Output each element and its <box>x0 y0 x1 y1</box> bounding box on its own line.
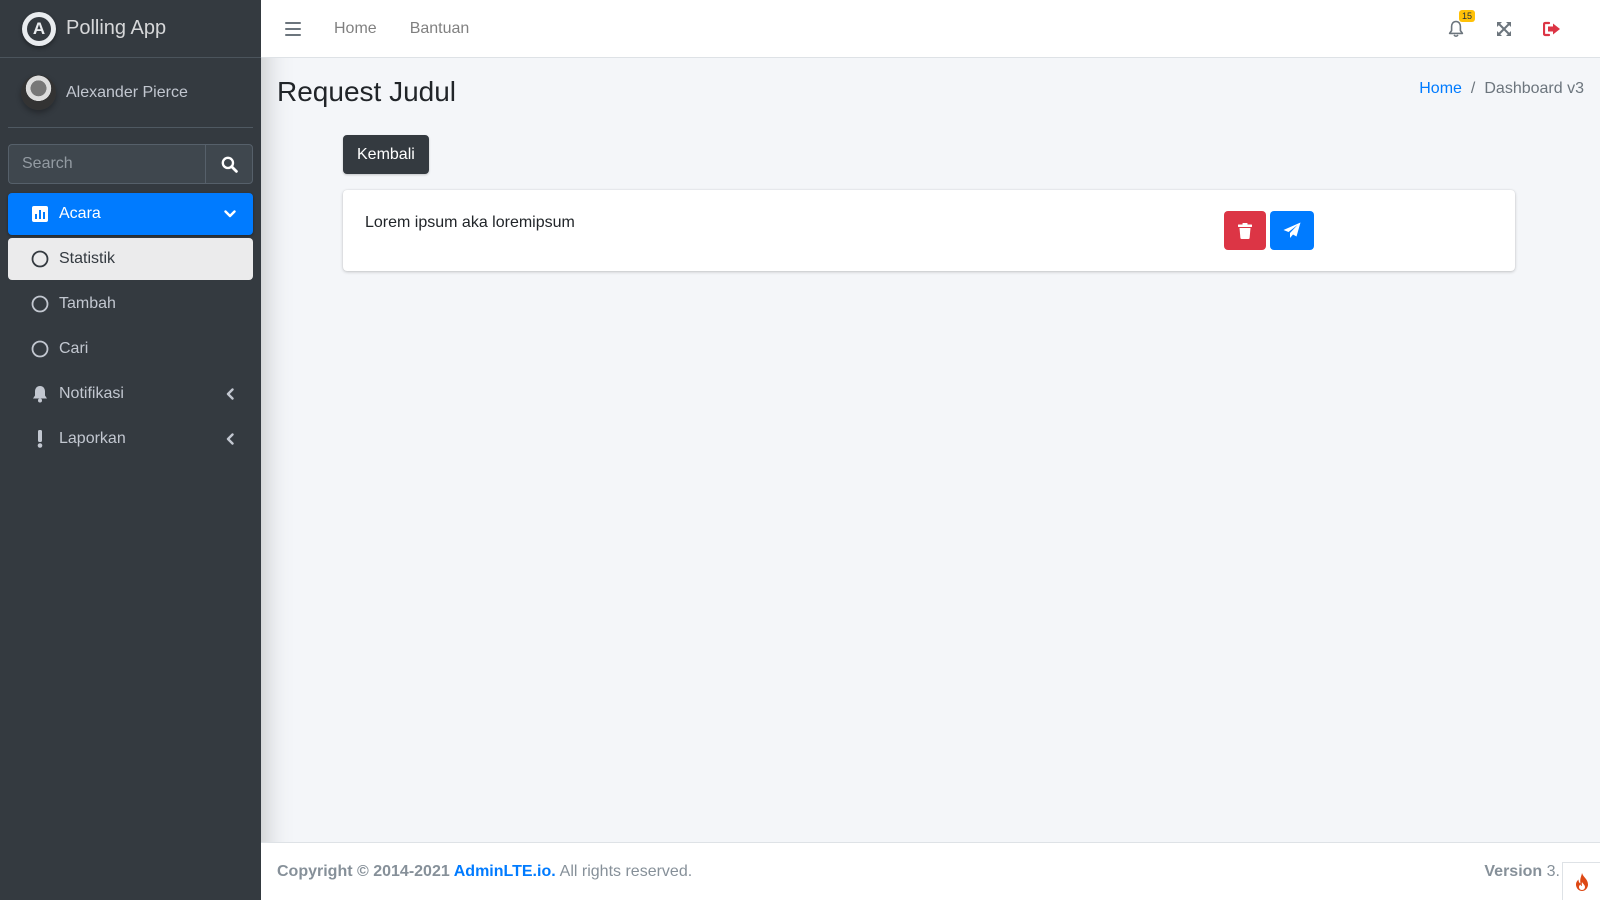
sidebar-item-label: Statistik <box>59 250 116 267</box>
request-card: Lorem ipsum aka loremipsum <box>343 190 1515 271</box>
sidebar-item-label: Tambah <box>59 295 116 312</box>
sidebar-item-label: Laporkan <box>59 430 126 447</box>
back-button[interactable]: Kembali <box>343 135 429 174</box>
circle-icon <box>30 339 50 359</box>
footer-brand-link[interactable]: AdminLTE.io. <box>454 863 556 881</box>
chevron-down-icon <box>223 207 237 221</box>
floating-fire-button[interactable] <box>1562 862 1600 900</box>
sidebar-item-notifikasi[interactable]: Notifikasi <box>8 373 253 415</box>
footer-rights: All rights reserved. <box>559 862 693 880</box>
logout-button[interactable] <box>1528 21 1576 37</box>
main-footer: Copyright © 2014-2021 AdminLTE.io. All r… <box>261 842 1600 900</box>
trash-icon <box>1238 222 1252 239</box>
sidebar-nav: Acara Statistik Tambah Cari Notifikasi L… <box>0 193 261 460</box>
sidebar-item-cari[interactable]: Cari <box>8 328 253 370</box>
chart-bar-icon <box>30 204 50 224</box>
sidebar-item-statistik[interactable]: Statistik <box>8 238 253 280</box>
top-navbar: Home Bantuan 15 <box>261 0 1600 58</box>
chevron-left-icon <box>223 387 237 401</box>
menu-toggle-icon[interactable] <box>285 21 301 36</box>
sidebar-item-acara[interactable]: Acara <box>8 193 253 235</box>
sidebar-item-label: Acara <box>59 205 101 222</box>
notification-count-badge: 15 <box>1459 9 1476 22</box>
send-button[interactable] <box>1270 211 1314 250</box>
bell-icon <box>30 384 50 404</box>
search-button[interactable] <box>205 144 253 184</box>
brand-name: Polling App <box>66 17 167 39</box>
content-wrapper: Request Judul Home / Dashboard v3 Kembal… <box>261 58 1600 842</box>
footer-version: Version 3. <box>1484 863 1560 881</box>
breadcrumb-separator: / <box>1470 80 1476 97</box>
main-sidebar: A Polling App Alexander Pierce Search Ac… <box>0 0 261 900</box>
chevron-left-icon <box>223 432 237 446</box>
expand-arrows-icon <box>1497 21 1511 36</box>
fullscreen-button[interactable] <box>1480 21 1528 37</box>
request-title-text: Lorem ipsum aka loremipsum <box>365 214 575 231</box>
brand-logo-icon: A <box>22 11 56 46</box>
user-name: Alexander Pierce <box>66 83 188 101</box>
breadcrumb-home-link[interactable]: Home <box>1419 80 1462 98</box>
sign-out-icon <box>1543 21 1560 36</box>
navbar-right: 15 <box>1432 9 1576 38</box>
exclamation-icon <box>30 429 50 449</box>
breadcrumb-current: Dashboard v3 <box>1484 80 1584 97</box>
user-panel[interactable]: Alexander Pierce <box>8 58 253 128</box>
sidebar-item-laporkan[interactable]: Laporkan <box>8 418 253 460</box>
circle-icon <box>30 249 50 269</box>
page-title: Request Judul <box>277 76 457 107</box>
sidebar-item-label: Cari <box>59 340 89 357</box>
nav-link-home[interactable]: Home <box>334 20 377 38</box>
circle-icon <box>30 294 50 314</box>
brand-link[interactable]: A Polling App <box>0 0 261 58</box>
sidebar-item-label: Notifikasi <box>59 385 124 402</box>
nav-link-bantuan[interactable]: Bantuan <box>410 20 470 38</box>
version-label: Version <box>1484 862 1543 880</box>
version-value: 3. <box>1546 862 1560 880</box>
bell-icon <box>1448 20 1464 37</box>
delete-button[interactable] <box>1224 211 1266 250</box>
footer-copyright: Copyright © 2014-2021 <box>277 862 450 880</box>
avatar <box>21 75 56 110</box>
search-input[interactable] <box>8 144 205 184</box>
notifications-button[interactable]: 15 <box>1432 9 1480 38</box>
breadcrumb: Home / Dashboard v3 <box>1419 80 1584 98</box>
fire-icon <box>1575 872 1588 891</box>
search-icon <box>221 156 238 173</box>
paper-plane-icon <box>1283 222 1301 238</box>
sidebar-search <box>8 144 253 184</box>
brand-logo-letter: A <box>27 16 51 41</box>
sidebar-item-tambah[interactable]: Tambah <box>8 283 253 325</box>
